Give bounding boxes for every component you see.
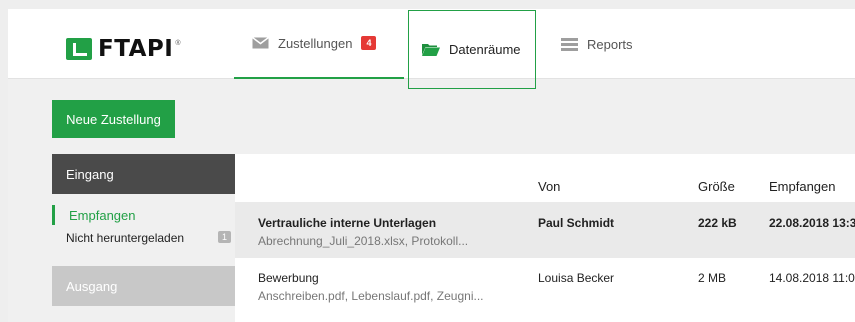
new-delivery-button[interactable]: Neue Zustellung <box>52 100 175 138</box>
row-title: Vertrauliche interne Unterlagen <box>258 216 437 230</box>
row-files: Abrechnung_Juli_2018.xlsx, Protokoll... <box>258 234 469 248</box>
sidebar-empfangen-label: Empfangen <box>69 207 136 223</box>
tab-reports-label: Reports <box>587 36 633 52</box>
sidebar-item-eingang[interactable]: Eingang <box>52 154 244 194</box>
table-row[interactable]: Bewerbung Anschreiben.pdf, Lebenslauf.pd… <box>235 258 855 314</box>
row-size: 222 kB <box>698 216 737 230</box>
tab-zustellungen[interactable]: Zustellungen 4 <box>234 9 404 79</box>
unread-count-badge: 4 <box>361 36 377 50</box>
row-sender: Louisa Becker <box>538 271 615 285</box>
row-sender: Paul Schmidt <box>538 216 615 230</box>
sidebar-ausgang-label: Ausgang <box>66 278 118 294</box>
reports-icon <box>561 37 578 51</box>
top-navbar: FTAPI ® Zustellungen 4 Datenräume Report… <box>8 9 855 89</box>
tab-reports[interactable]: Reports <box>561 9 681 79</box>
tab-datenraeume[interactable]: Datenräume <box>408 10 536 89</box>
sidebar-eingang-label: Eingang <box>66 166 114 182</box>
row-received-date: 14.08.2018 11:02 <box>769 271 855 285</box>
sidebar-nicht-heruntergeladen-label: Nicht heruntergeladen <box>66 231 185 245</box>
table-row[interactable]: Vertrauliche interne Unterlagen Abrechnu… <box>235 202 855 258</box>
tab-datenraeume-label: Datenräume <box>449 42 521 57</box>
column-header-groesse[interactable]: Größe <box>698 179 735 194</box>
row-received-date: 22.08.2018 13:32 <box>769 216 855 230</box>
logo-mark-icon <box>66 38 92 60</box>
app-frame: FTAPI ® Zustellungen 4 Datenräume Report… <box>8 9 855 322</box>
sidebar-item-ausgang[interactable]: Ausgang <box>52 266 235 306</box>
ftapi-logo[interactable]: FTAPI ® <box>66 36 181 62</box>
folder-open-icon <box>422 43 440 56</box>
column-header-empfangen[interactable]: Empfangen <box>769 179 836 194</box>
sidebar-item-nicht-heruntergeladen[interactable]: Nicht heruntergeladen 1 <box>52 228 235 248</box>
logo-text: FTAPI <box>98 36 174 62</box>
row-files: Anschreiben.pdf, Lebenslauf.pdf, Zeugni.… <box>258 289 484 303</box>
tab-zustellungen-label: Zustellungen <box>278 35 353 51</box>
column-header-von[interactable]: Von <box>538 179 560 194</box>
row-size: 2 MB <box>698 271 727 285</box>
not-downloaded-count-badge: 1 <box>217 231 231 243</box>
row-title: Bewerbung <box>258 271 319 285</box>
envelope-icon <box>252 37 269 49</box>
deliveries-table: Von Größe Empfangen Vertrauliche interne… <box>235 154 855 322</box>
logo-registered-mark: ® <box>175 39 181 47</box>
sidebar-item-empfangen[interactable]: Empfangen <box>52 205 235 225</box>
